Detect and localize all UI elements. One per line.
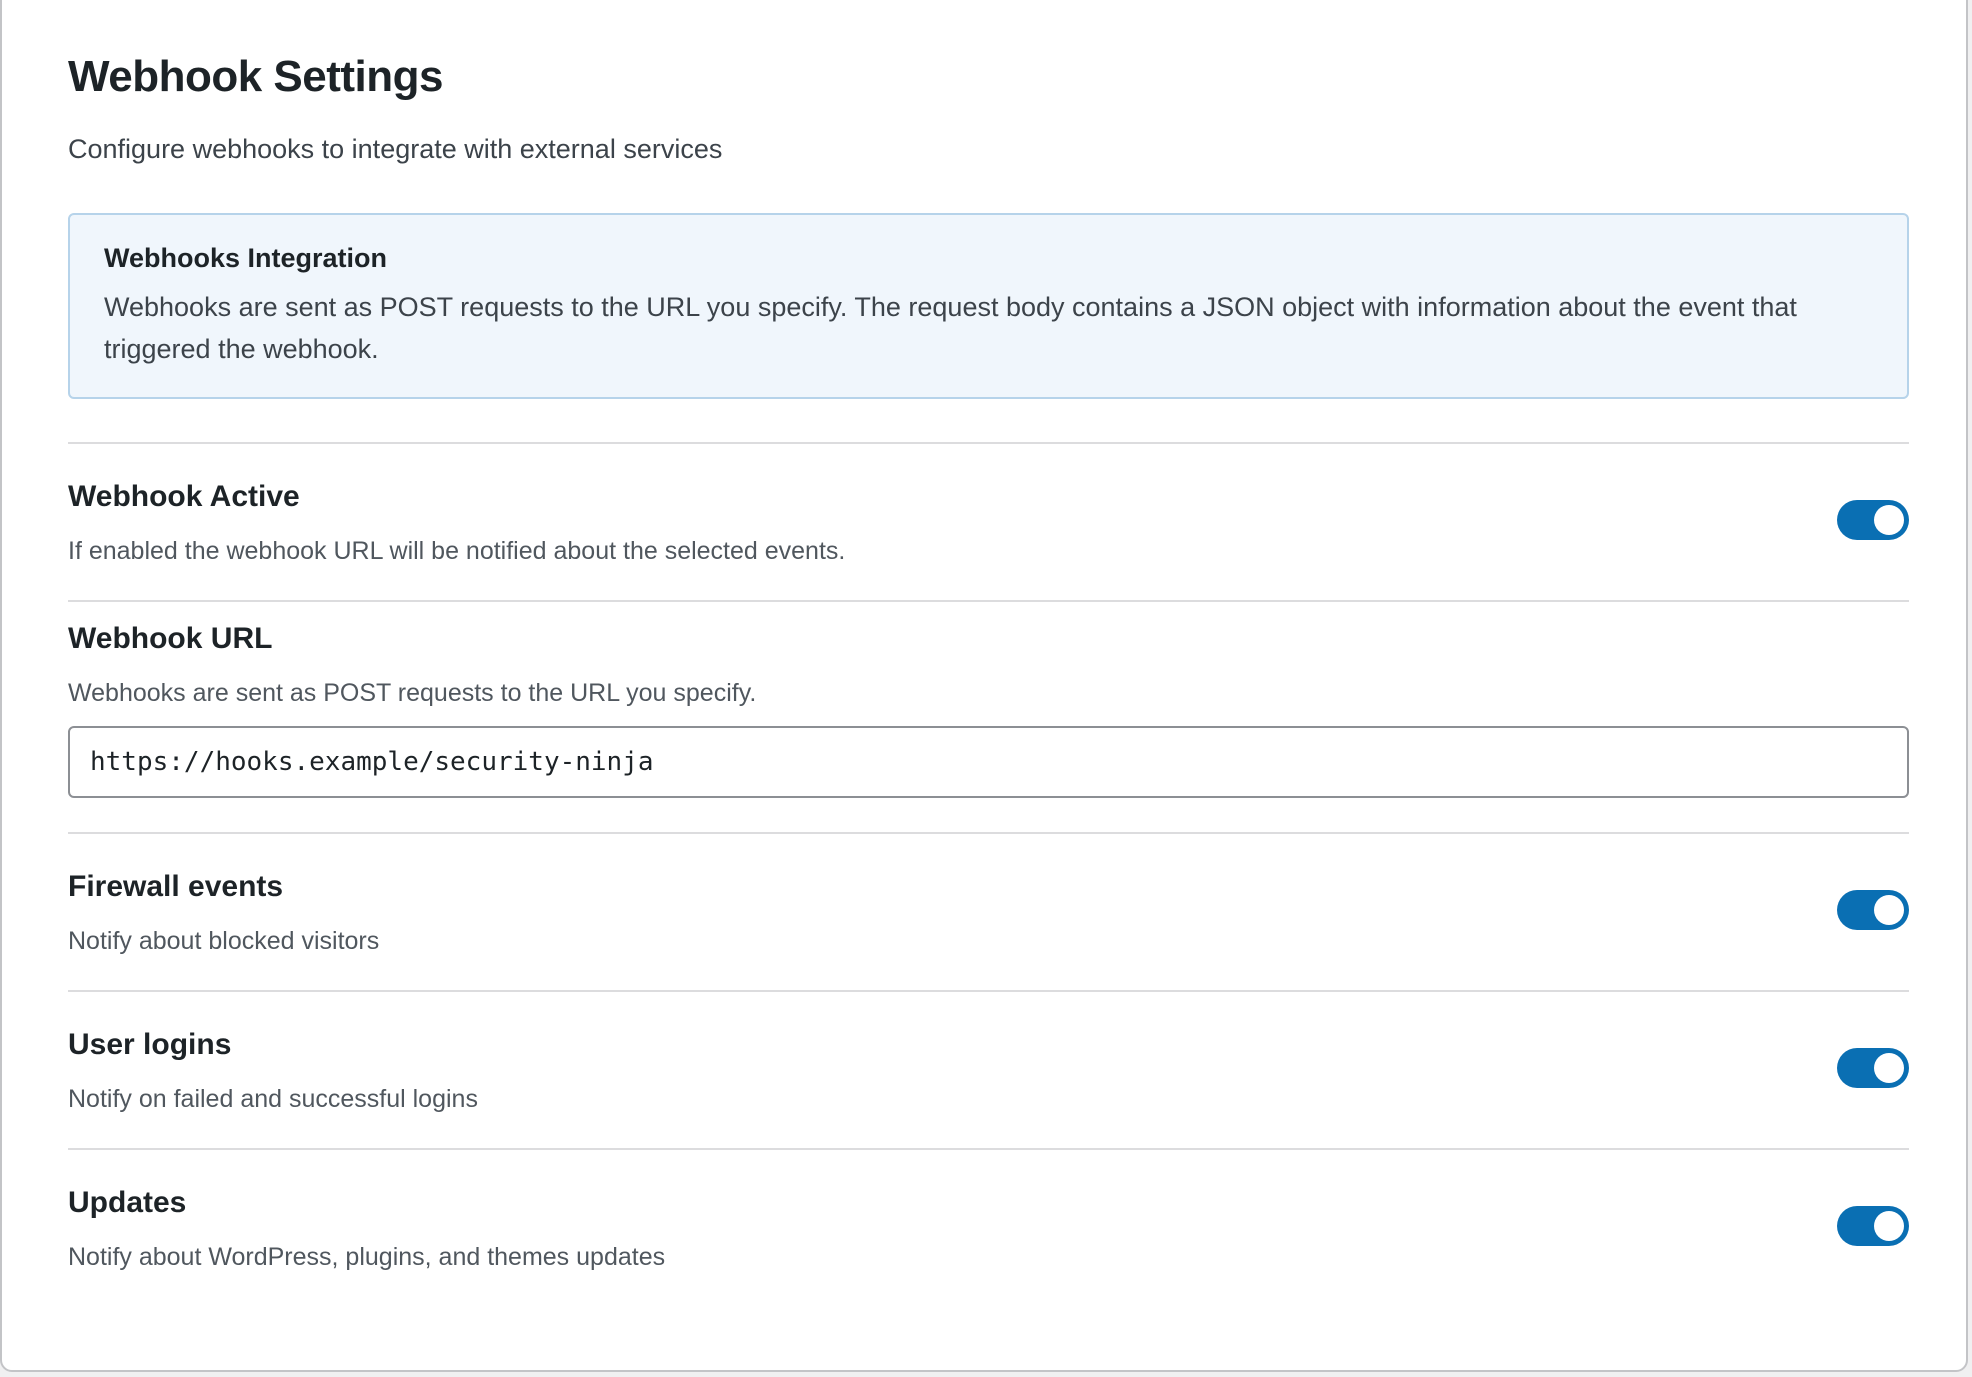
setting-title: Webhook URL (68, 622, 273, 655)
webhook-url-input[interactable] (68, 726, 1909, 798)
setting-row-updates: Updates Notify about WordPress, plugins,… (68, 1148, 1909, 1306)
settings-card: Webhook Settings Configure webhooks to i… (0, 0, 1968, 1372)
toggle-knob (1874, 1211, 1904, 1241)
setting-description: Notify about WordPress, plugins, and the… (68, 1243, 666, 1271)
firewall-events-toggle[interactable] (1837, 890, 1909, 930)
page-title: Webhook Settings (68, 52, 443, 101)
toggle-knob (1874, 895, 1904, 925)
setting-description: Notify about blocked visitors (68, 927, 380, 955)
setting-description: Notify on failed and successful logins (68, 1085, 478, 1113)
setting-row-user-logins: User logins Notify on failed and success… (68, 990, 1909, 1148)
setting-description: Webhooks are sent as POST requests to th… (68, 679, 757, 707)
setting-title: Updates (68, 1186, 187, 1219)
setting-title: Firewall events (68, 870, 284, 903)
user-logins-toggle[interactable] (1837, 1048, 1909, 1088)
setting-row-webhook-url: Webhook URL Webhooks are sent as POST re… (68, 600, 1909, 832)
updates-toggle[interactable] (1837, 1206, 1909, 1246)
info-box-text: Webhooks are sent as POST requests to th… (104, 292, 1797, 364)
toggle-knob (1874, 505, 1904, 535)
setting-row-webhook-active: Webhook Active If enabled the webhook UR… (68, 442, 1909, 600)
setting-row-firewall-events: Firewall events Notify about blocked vis… (68, 832, 1909, 990)
page-subtitle: Configure webhooks to integrate with ext… (68, 134, 723, 164)
webhook-active-toggle[interactable] (1837, 500, 1909, 540)
webhooks-info-box: Webhooks Integration Webhooks are sent a… (68, 213, 1909, 399)
setting-title: User logins (68, 1028, 232, 1061)
setting-title: Webhook Active (68, 480, 300, 513)
toggle-knob (1874, 1053, 1904, 1083)
setting-description: If enabled the webhook URL will be notif… (68, 537, 846, 565)
info-box-title: Webhooks Integration (104, 243, 388, 273)
